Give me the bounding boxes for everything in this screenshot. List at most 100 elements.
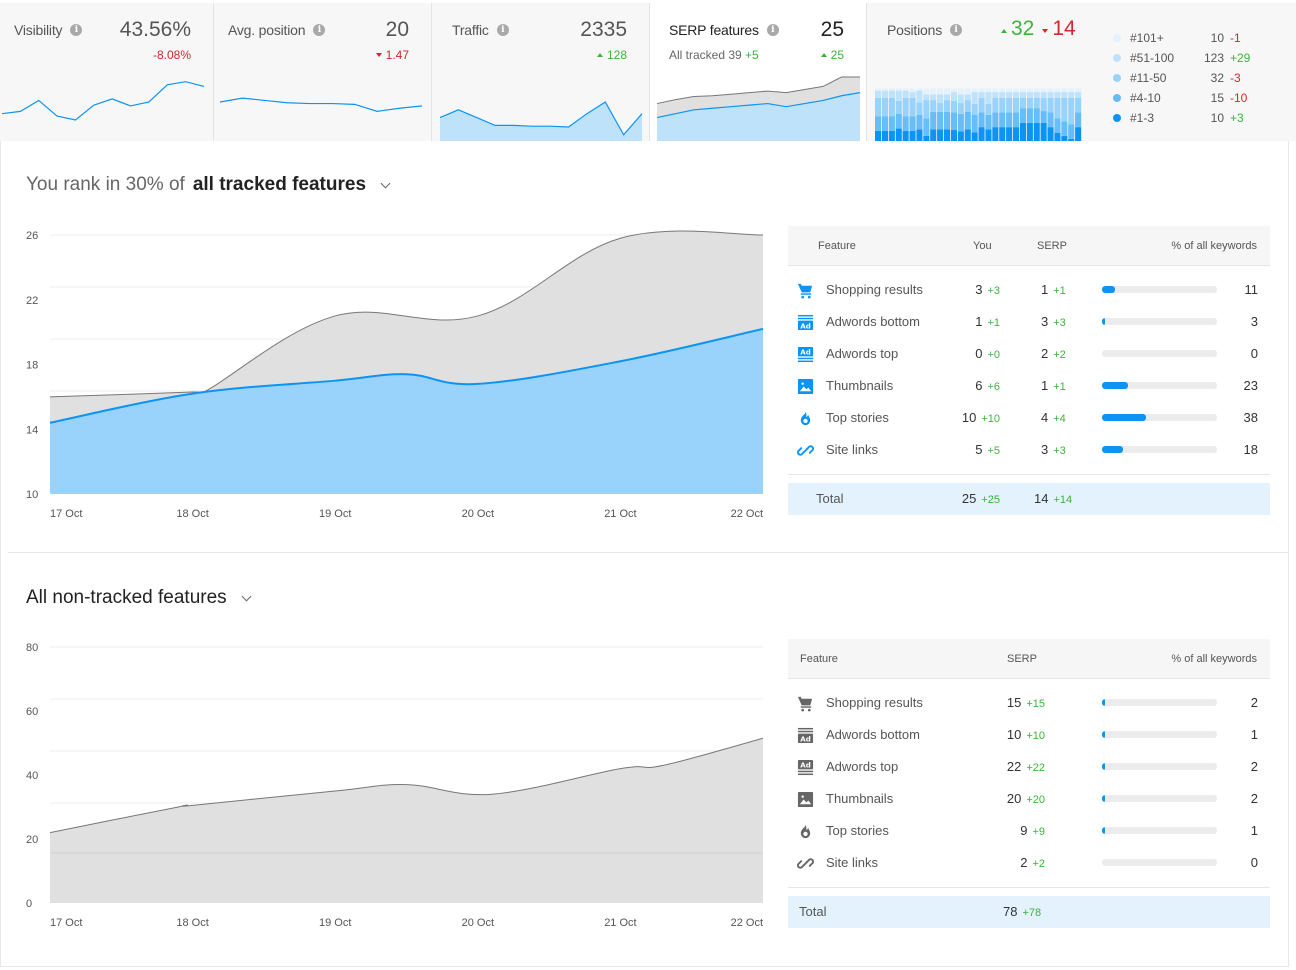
position-bar-segment	[1061, 121, 1068, 136]
position-bar-segment	[1033, 122, 1040, 141]
x-tick-label: 18 Oct	[176, 917, 208, 929]
feature-name: Adwords top	[826, 759, 899, 774]
table-row[interactable]: Top stories 9 +9 1	[788, 815, 1270, 847]
percent-value: 38	[1243, 410, 1258, 425]
table-row[interactable]: Shopping results 15 +15 2	[788, 687, 1270, 719]
table-row[interactable]: Ad Adwords top 22 +22 2	[788, 751, 1270, 783]
legend-dot-icon	[1113, 94, 1121, 102]
position-bar-segment	[1075, 112, 1082, 128]
legend-item[interactable]: #51-100 123 +29	[1113, 48, 1283, 68]
serp-count: 20 +20	[1006, 791, 1045, 806]
table-row[interactable]: Ad Adwords bottom 10 +10 1	[788, 719, 1270, 751]
legend-item[interactable]: #4-10 15 -10	[1113, 88, 1283, 108]
position-bar-segment	[999, 127, 1006, 141]
position-bar-segment	[1019, 88, 1026, 93]
table-row[interactable]: Top stories 10 +10 4 +4 38	[788, 402, 1270, 434]
x-tick-label: 21 Oct	[604, 917, 636, 929]
card-visibility[interactable]: Visibility i 43.56% -8.08%	[0, 3, 214, 141]
feature-name: Shopping results	[826, 695, 923, 710]
positions-stacked-bars	[875, 88, 1082, 141]
legend-dot-icon	[1113, 114, 1121, 122]
position-bar-segment	[1013, 127, 1020, 141]
position-bar-segment	[1019, 92, 1026, 98]
position-bar-segment	[1054, 132, 1061, 141]
position-bar-segment	[916, 90, 923, 103]
table-row[interactable]: Ad Adwords bottom 1 +1 3 +3 3	[788, 306, 1270, 338]
y-tick-label: 20	[26, 834, 38, 846]
position-bar-segment	[930, 100, 937, 112]
position-bar-segment	[937, 111, 944, 130]
position-bar-segment	[902, 88, 909, 91]
position-bar-segment	[1054, 118, 1061, 133]
position-bar-segment	[881, 88, 888, 91]
position-bar-segment	[923, 94, 930, 101]
you-count: 3 +3	[975, 282, 1000, 297]
position-bar-segment	[950, 112, 957, 131]
position-bar-segment	[1040, 88, 1047, 93]
table-body: Shopping results 3 +3 1 +1 11 Ad Adwords bottom…	[788, 274, 1270, 466]
position-bar-segment	[978, 97, 985, 113]
position-bar-segment	[930, 88, 937, 95]
y-tick-label: 18	[26, 360, 38, 372]
position-bar-segment	[937, 129, 944, 141]
position-bar-segment	[985, 88, 992, 93]
table-row[interactable]: Ad Adwords top 0 +0 2 +2 0	[788, 338, 1270, 370]
total-row: Total 25 +25 14 +14	[788, 483, 1270, 515]
tracked-features-table: Feature You SERP % of all keywords Shopp…	[788, 226, 1270, 515]
table-row[interactable]: Thumbnails 20 +20 2	[788, 783, 1270, 815]
position-bar-segment	[1013, 92, 1020, 98]
percent-value: 11	[1244, 282, 1259, 297]
percent-value: 3	[1250, 314, 1258, 329]
position-bar-segment	[1054, 92, 1061, 98]
position-bar-segment	[909, 116, 916, 131]
position-bar-segment	[1068, 88, 1075, 93]
position-bar-segment	[902, 90, 909, 98]
svg-text:Ad: Ad	[800, 734, 811, 743]
x-tick-label: 20 Oct	[462, 508, 494, 520]
serp-count: 2 +2	[1041, 346, 1066, 361]
position-bar-segment	[985, 129, 992, 141]
position-bar-segment	[999, 92, 1006, 98]
serp-count: 22 +22	[1006, 759, 1045, 774]
x-tick-label: 20 Oct	[462, 917, 494, 929]
percent-bar	[1102, 859, 1217, 866]
serp-count: 9 +9	[1020, 823, 1045, 838]
position-bar-segment	[930, 129, 937, 141]
card-traffic[interactable]: Traffic i 2335 128	[432, 3, 650, 141]
tracked-features-dropdown[interactable]: all tracked features	[193, 174, 366, 196]
feature-name: Shopping results	[826, 282, 923, 297]
table-row[interactable]: Site links 2 +2 0	[788, 847, 1270, 879]
top-stories-flame-icon	[797, 823, 814, 840]
position-bar-segment	[881, 116, 888, 131]
legend-item[interactable]: #11-50 32 -3	[1113, 68, 1283, 88]
position-bar-segment	[971, 88, 978, 93]
percent-value: 2	[1250, 695, 1258, 710]
table-row[interactable]: Site links 5 +5 3 +3 18	[788, 434, 1270, 466]
adwords-top-icon: Ad	[797, 759, 814, 776]
non-tracked-features-table: Feature SERP % of all keywords Shopping …	[788, 639, 1270, 928]
percent-value: 1	[1250, 823, 1258, 838]
y-tick-label: 26	[26, 230, 38, 242]
total-row: Total 78 +78	[788, 896, 1270, 928]
table-row[interactable]: Shopping results 3 +3 1 +1 11	[788, 274, 1270, 306]
serp-count: 4 +4	[1041, 410, 1066, 425]
legend-item[interactable]: #1-3 10 +3	[1113, 108, 1283, 128]
feature-name: Top stories	[826, 410, 889, 425]
you-count: 6 +6	[975, 378, 1000, 393]
position-bar-segment	[1047, 92, 1054, 98]
position-bar-segment	[888, 88, 895, 91]
card-serp-features[interactable]: SERP features i 25 All tracked 39 +5 25	[650, 3, 867, 141]
legend-dot-icon	[1113, 34, 1121, 42]
x-tick-label: 17 Oct	[50, 508, 82, 520]
percent-value: 23	[1243, 378, 1258, 393]
legend-item[interactable]: #101+ 10 -1	[1113, 28, 1283, 48]
table-row[interactable]: Thumbnails 6 +6 1 +1 23	[788, 370, 1270, 402]
position-bar-segment	[1013, 88, 1020, 93]
chevron-down-icon[interactable]	[380, 178, 391, 188]
card-positions[interactable]: Positions i 32 14 #101+ 10 -1 #51-100 123 +29 #…	[867, 3, 1296, 141]
non-tracked-dropdown[interactable]: All non-tracked features	[26, 587, 227, 609]
card-avg-position[interactable]: Avg. position i 20 1.47	[214, 3, 432, 141]
chevron-down-icon[interactable]	[241, 591, 252, 601]
x-tick-label: 21 Oct	[604, 508, 636, 520]
serp-count: 1 +1	[1041, 282, 1066, 297]
